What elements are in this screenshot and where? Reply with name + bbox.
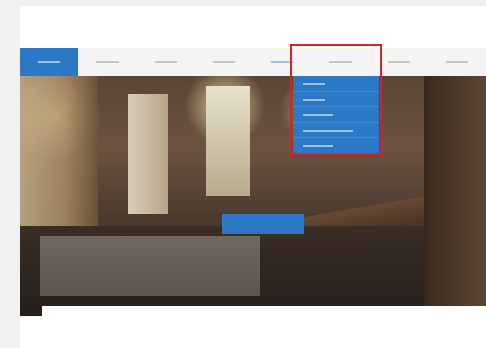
content-panel bbox=[42, 306, 486, 348]
nav-dropdown-menu bbox=[293, 76, 379, 154]
nav-item-2[interactable] bbox=[78, 48, 136, 76]
dropdown-item-1[interactable] bbox=[293, 76, 379, 92]
nav-item-text-placeholder bbox=[38, 61, 61, 63]
dropdown-item-3[interactable] bbox=[293, 107, 379, 123]
dropdown-item-text-placeholder bbox=[303, 145, 333, 147]
browser-page bbox=[20, 6, 486, 348]
nav-item-text-placeholder bbox=[96, 61, 119, 63]
hero-right-wall bbox=[424, 76, 486, 316]
hero-pillar bbox=[128, 94, 168, 214]
main-nav bbox=[20, 48, 486, 77]
hero-tables bbox=[40, 236, 260, 296]
dropdown-item-text-placeholder bbox=[303, 83, 325, 85]
nav-item-text-placeholder bbox=[445, 61, 468, 63]
dropdown-item-text-placeholder bbox=[303, 114, 333, 116]
nav-item-7[interactable] bbox=[370, 48, 428, 76]
dropdown-item-4[interactable] bbox=[293, 123, 379, 138]
site-header bbox=[20, 6, 486, 48]
dropdown-item-5[interactable] bbox=[293, 138, 379, 154]
nav-item-text-placeholder bbox=[387, 61, 410, 63]
nav-item-text-placeholder bbox=[329, 61, 352, 63]
dropdown-item-text-placeholder bbox=[303, 129, 353, 132]
nav-item-4[interactable] bbox=[195, 48, 253, 76]
nav-item-3[interactable] bbox=[137, 48, 195, 76]
nav-item-6[interactable] bbox=[311, 48, 369, 76]
nav-item-5-open[interactable] bbox=[253, 48, 311, 76]
hero-window bbox=[206, 86, 250, 196]
nav-item-1[interactable] bbox=[20, 48, 79, 76]
dropdown-item-2[interactable] bbox=[293, 92, 379, 107]
dropdown-item-text-placeholder bbox=[303, 98, 325, 101]
hero-cta-button[interactable] bbox=[222, 214, 304, 234]
nav-item-8[interactable] bbox=[428, 48, 486, 76]
hero-image bbox=[20, 76, 486, 316]
nav-item-text-placeholder bbox=[212, 61, 235, 63]
nav-item-text-placeholder bbox=[154, 61, 177, 63]
nav-item-text-placeholder bbox=[271, 61, 294, 63]
